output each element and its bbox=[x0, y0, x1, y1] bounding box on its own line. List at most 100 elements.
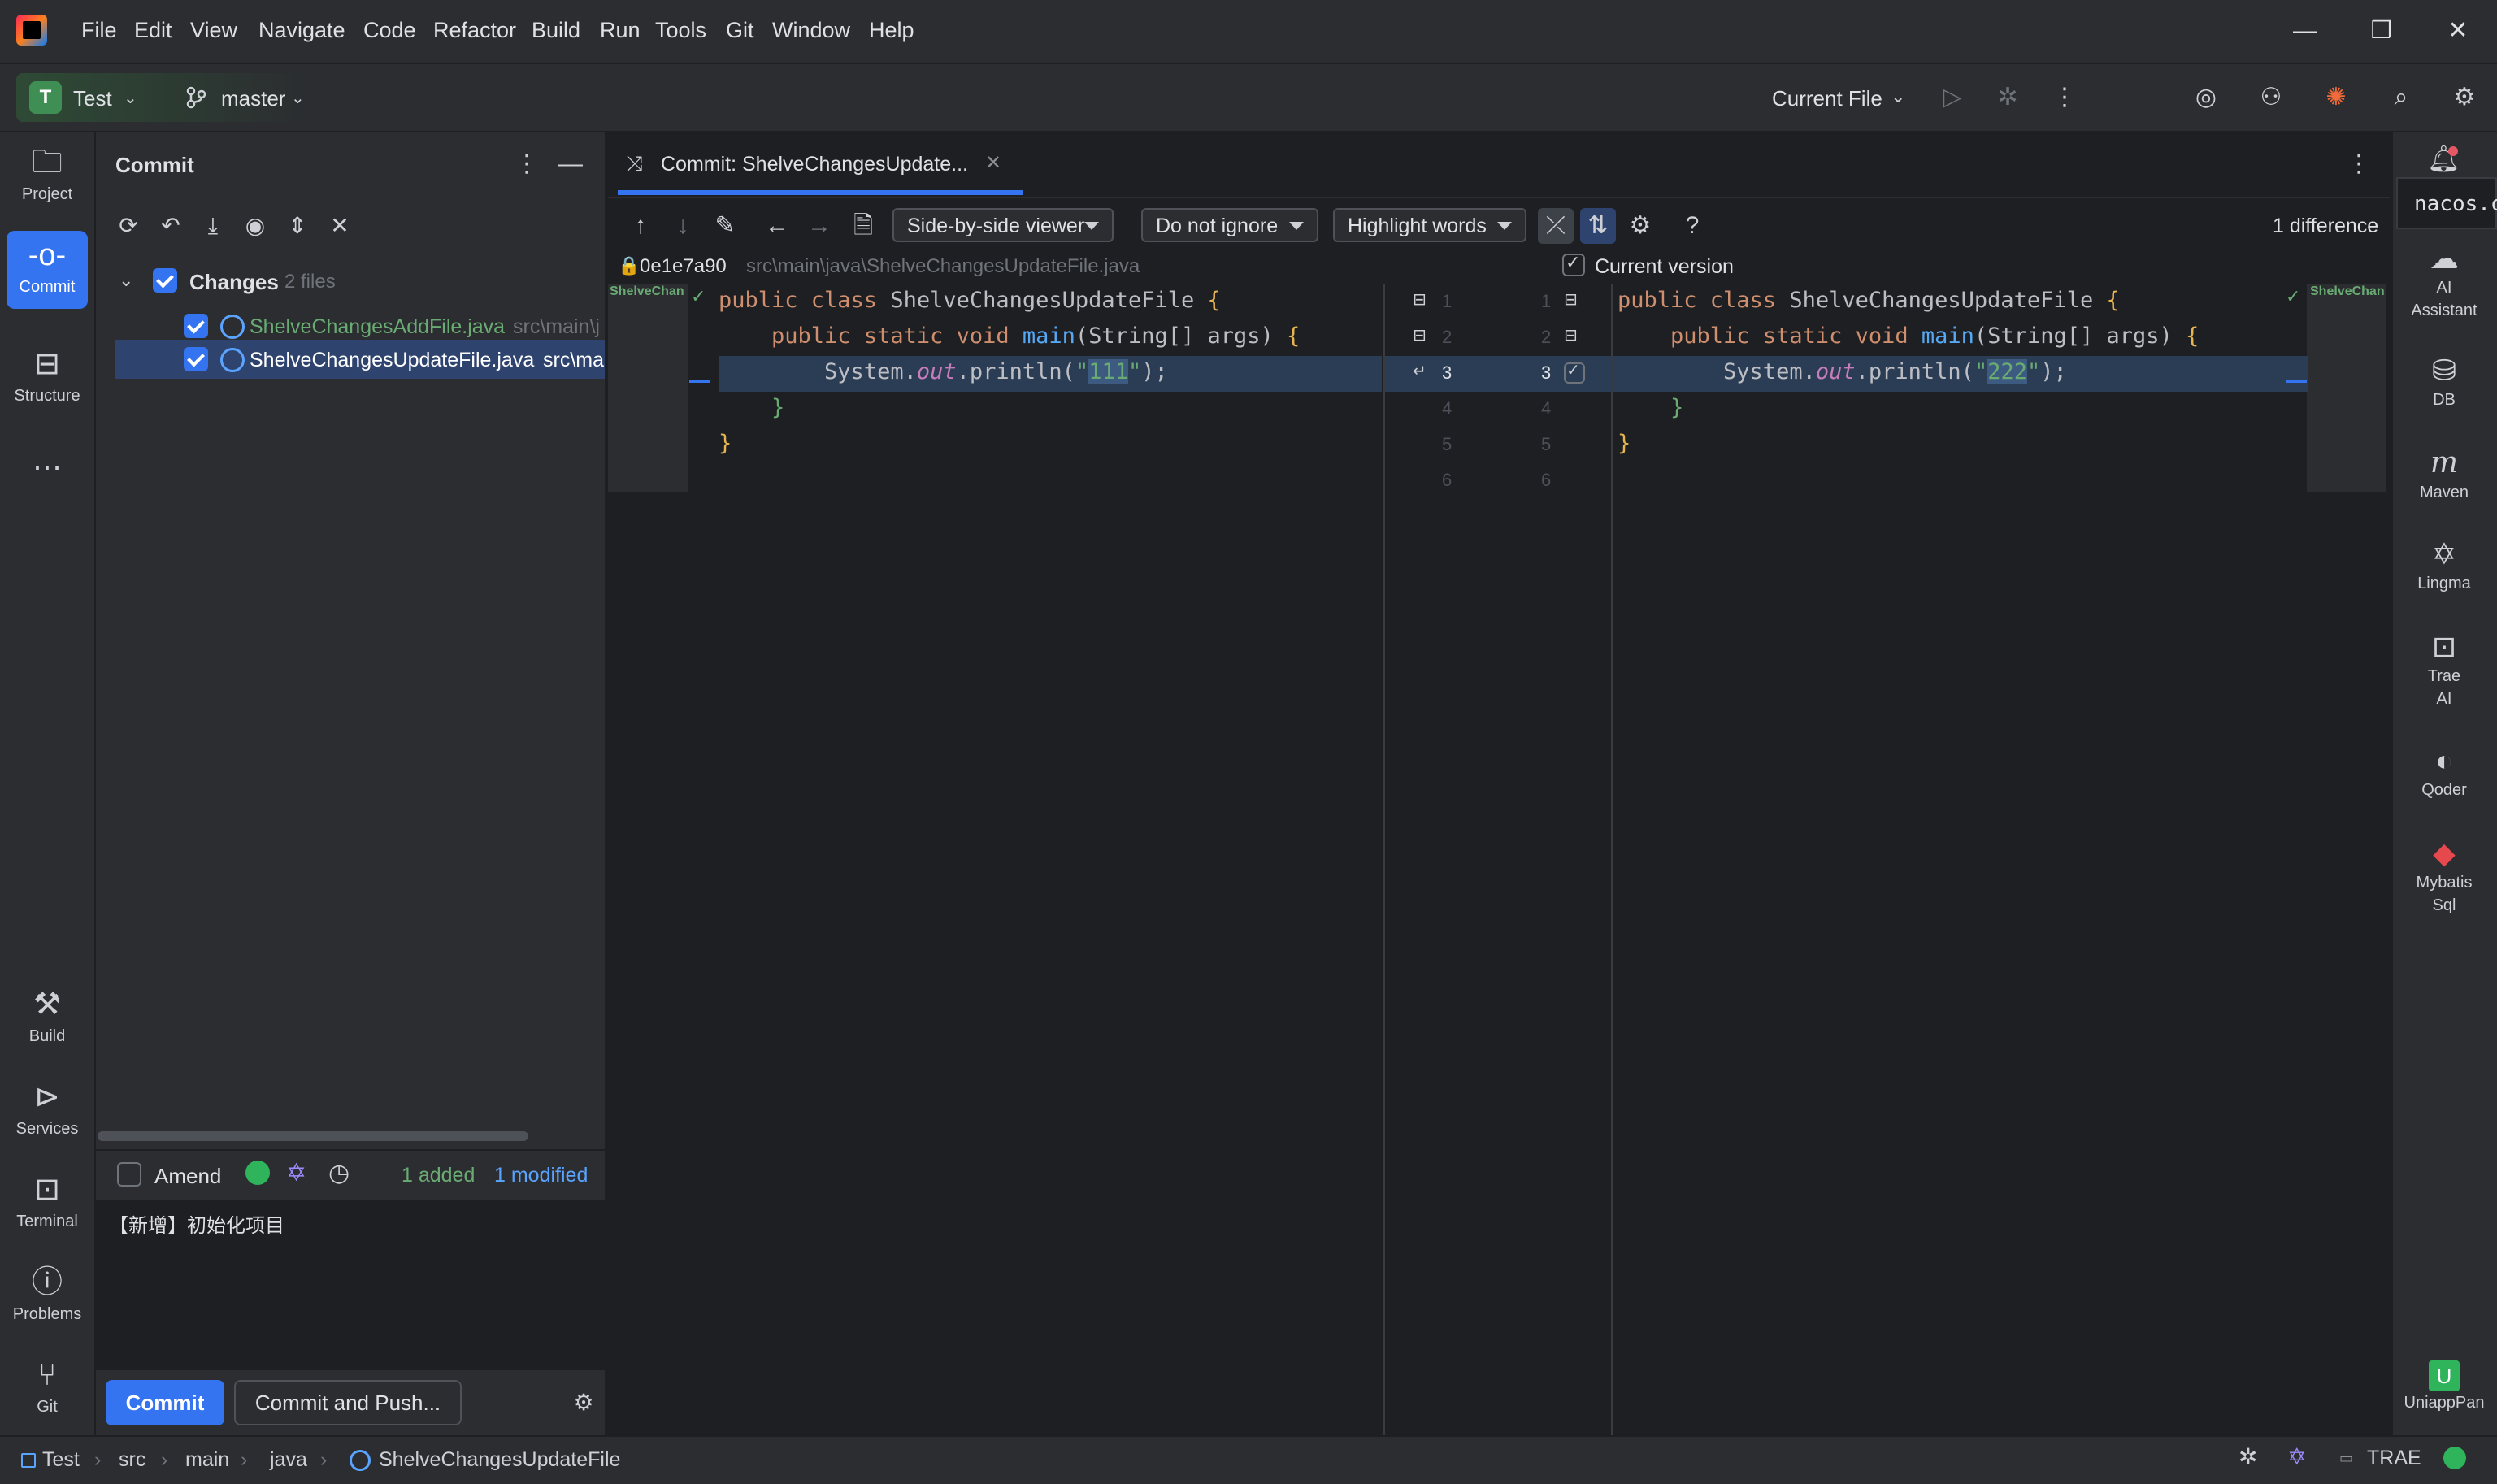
lingma-status-icon[interactable]: ✡ bbox=[2287, 1443, 2306, 1470]
close-tab-icon[interactable]: ✕ bbox=[985, 151, 1001, 175]
diff-settings-gear-icon[interactable]: ⚙ bbox=[1622, 208, 1658, 244]
menu-run[interactable]: Run bbox=[600, 18, 641, 43]
minimize-button[interactable]: — bbox=[2281, 15, 2330, 47]
left-code-line-4[interactable]: } bbox=[719, 395, 784, 420]
more-actions-icon[interactable]: ⋮ bbox=[2047, 80, 2082, 115]
rail-services[interactable]: ⊳ Services bbox=[7, 1073, 88, 1151]
hide-panel-icon[interactable]: — bbox=[553, 146, 588, 182]
right-code-line-1[interactable]: public class ShelveChangesUpdateFile { bbox=[1618, 288, 2120, 313]
rollback-icon[interactable]: ↶ bbox=[153, 208, 189, 244]
file-row-selected[interactable]: ShelveChangesUpdateFile.java src\ma bbox=[115, 340, 605, 379]
search-icon[interactable]: ⌕ bbox=[2383, 80, 2419, 115]
rail-maven[interactable]: m Maven bbox=[2391, 445, 2497, 504]
sync-scroll-icon[interactable]: ⇅ bbox=[1580, 208, 1616, 244]
rail-build[interactable]: ⚒ Build bbox=[7, 980, 88, 1058]
file-checkbox[interactable] bbox=[184, 347, 208, 371]
right-code-line-4[interactable]: } bbox=[1618, 395, 1683, 420]
left-code-line-3[interactable]: System.out.println("111"); bbox=[719, 359, 1168, 384]
collapse-unchanged-icon[interactable]: ⤫ bbox=[1538, 208, 1574, 244]
prev-file-left-icon[interactable]: ← bbox=[759, 208, 795, 244]
update-icon[interactable]: ⤓ bbox=[195, 208, 231, 244]
next-diff-down-icon[interactable]: ↓ bbox=[665, 208, 701, 244]
collapse-all-icon[interactable]: ✕ bbox=[322, 208, 358, 244]
commit-message-field[interactable]: 【新增】初始化项目 bbox=[96, 1201, 605, 1370]
amend-checkbox[interactable] bbox=[117, 1162, 141, 1187]
history-clock-icon[interactable]: ◷ bbox=[328, 1159, 350, 1187]
menu-file[interactable]: File bbox=[81, 18, 117, 43]
menu-window[interactable]: Window bbox=[772, 18, 850, 43]
run-config-selector[interactable]: Current File ⌄ bbox=[1772, 78, 1918, 117]
file-checkbox[interactable] bbox=[184, 314, 208, 338]
ignore-whitespace-dropdown[interactable]: Do not ignore bbox=[1141, 208, 1318, 242]
breadcrumb-item[interactable]: Test bbox=[42, 1448, 80, 1472]
rail-commit[interactable]: -o- Commit bbox=[7, 231, 88, 309]
rail-uniapppan[interactable]: U UniappPan bbox=[2391, 1356, 2497, 1414]
refresh-icon[interactable]: ⟳ bbox=[111, 208, 146, 244]
file-list-icon[interactable]: 🗎 bbox=[845, 208, 881, 244]
apply-change-icon[interactable]: ⊟ bbox=[1413, 325, 1427, 345]
ai-spark-icon[interactable]: ✺ bbox=[2318, 80, 2354, 115]
left-code-line-2[interactable]: public static void main(String[] args) { bbox=[719, 323, 1300, 349]
rail-problems[interactable]: ⓘ Problems bbox=[7, 1258, 88, 1336]
close-window-button[interactable]: ✕ bbox=[2434, 15, 2482, 47]
rail-structure[interactable]: ⊟ Structure bbox=[7, 340, 88, 418]
project-selector[interactable]: T Test ⌄ bbox=[16, 78, 146, 117]
commit-and-push-button[interactable]: Commit and Push... bbox=[234, 1380, 462, 1425]
menu-tools[interactable]: Tools bbox=[655, 18, 706, 43]
restore-button[interactable]: ❐ bbox=[2357, 15, 2406, 47]
commit-button[interactable]: Commit bbox=[106, 1380, 224, 1425]
breadcrumb-item[interactable]: ShelveChangesUpdateFile bbox=[379, 1448, 620, 1472]
viewer-mode-dropdown[interactable]: Side-by-side viewer bbox=[892, 208, 1114, 242]
menu-help[interactable]: Help bbox=[869, 18, 914, 43]
chevron-down-icon[interactable]: ⌄ bbox=[119, 270, 133, 291]
debug-icon[interactable]: ✲ bbox=[1990, 80, 2026, 115]
rail-qoder[interactable]: ◐ Qoder bbox=[2391, 743, 2497, 801]
menu-refactor[interactable]: Refactor bbox=[433, 18, 516, 43]
rail-mybatis-sql[interactable]: ◆ Mybatis Sql bbox=[2391, 835, 2497, 917]
prev-diff-up-icon[interactable]: ↑ bbox=[623, 208, 658, 244]
trae-status-label[interactable]: TRAE bbox=[2367, 1447, 2421, 1470]
lingma-badge-icon[interactable]: ✡ bbox=[286, 1159, 306, 1187]
next-file-right-icon[interactable]: → bbox=[801, 208, 837, 244]
menu-code[interactable]: Code bbox=[363, 18, 416, 43]
changes-checkbox[interactable] bbox=[153, 268, 177, 293]
rail-terminal[interactable]: ⊡ Terminal bbox=[7, 1165, 88, 1243]
branch-selector[interactable]: master ⌄ bbox=[185, 78, 315, 117]
highlight-mode-dropdown[interactable]: Highlight words bbox=[1333, 208, 1526, 242]
apply-change-icon[interactable]: ⊟ bbox=[1413, 289, 1427, 310]
add-user-icon[interactable]: ⚇ bbox=[2253, 80, 2289, 115]
menu-navigate[interactable]: Navigate bbox=[258, 18, 345, 43]
left-code-line-5[interactable]: } bbox=[719, 431, 732, 456]
right-code-line-3[interactable]: System.out.println("222"); bbox=[1618, 359, 2067, 384]
breadcrumb-item[interactable]: java bbox=[270, 1448, 307, 1472]
menu-view[interactable]: View bbox=[190, 18, 237, 43]
rail-more[interactable]: … bbox=[7, 436, 88, 484]
show-diff-icon[interactable]: ◉ bbox=[237, 208, 273, 244]
edit-source-icon[interactable]: ✎ bbox=[707, 208, 743, 244]
panel-options-icon[interactable]: ⋮ bbox=[509, 146, 545, 182]
rail-database[interactable]: ⛁ DB bbox=[2391, 353, 2497, 411]
rail-lingma[interactable]: ✡ Lingma bbox=[2391, 536, 2497, 595]
editor-options-icon[interactable]: ⋮ bbox=[2341, 146, 2377, 182]
expand-all-icon[interactable]: ⇕ bbox=[280, 208, 315, 244]
horizontal-scrollbar[interactable] bbox=[98, 1131, 528, 1141]
qoder-status-icon[interactable] bbox=[2443, 1447, 2466, 1469]
rail-git[interactable]: ⑂ Git bbox=[7, 1351, 88, 1429]
right-code-line-2[interactable]: public static void main(String[] args) { bbox=[1618, 323, 2199, 349]
plugin-status-icon[interactable]: ✲ bbox=[2239, 1443, 2257, 1470]
apply-change-icon[interactable]: ⊟ bbox=[1564, 325, 1578, 345]
apply-change-icon[interactable]: ⊟ bbox=[1564, 289, 1578, 310]
menu-git[interactable]: Git bbox=[726, 18, 754, 43]
code-with-me-icon[interactable]: ◎ bbox=[2188, 80, 2224, 115]
commit-options-gear-icon[interactable]: ⚙ bbox=[566, 1385, 601, 1421]
settings-gear-icon[interactable]: ⚙ bbox=[2447, 80, 2482, 115]
left-code-line-1[interactable]: public class ShelveChangesUpdateFile { bbox=[719, 288, 1221, 313]
menu-edit[interactable]: Edit bbox=[134, 18, 172, 43]
rail-project[interactable]: 🗀 Project bbox=[7, 138, 88, 216]
diff-tab[interactable]: ⤨ Commit: ShelveChangesUpdate... ✕ bbox=[618, 146, 1024, 197]
rail-trae-ai[interactable]: ⊡ Trae AI bbox=[2391, 629, 2497, 710]
menu-build[interactable]: Build bbox=[532, 18, 580, 43]
rail-ai-assistant[interactable]: ☁︎ AI Assistant bbox=[2391, 241, 2497, 322]
revert-change-icon[interactable]: ↵ bbox=[1413, 361, 1427, 381]
help-icon[interactable]: ? bbox=[1674, 208, 1710, 244]
